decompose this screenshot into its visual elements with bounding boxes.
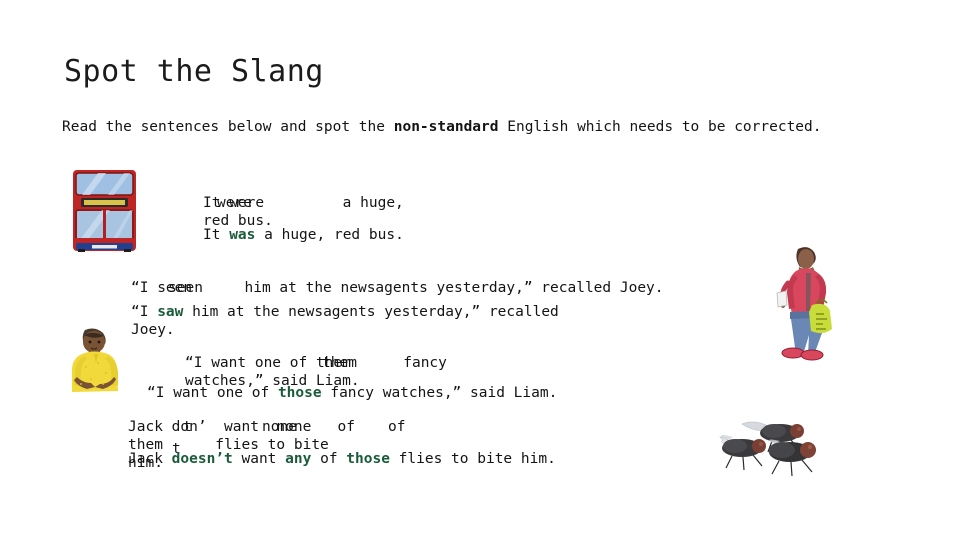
block-3-corrected-sentence: “I want one of those fancy watches,” sai… bbox=[147, 384, 707, 402]
block-1-correction-word: was bbox=[229, 227, 256, 243]
three-house-flies-icon bbox=[718, 421, 816, 477]
block-4-original-fragment-3: of bbox=[388, 419, 406, 435]
intro-text-after: English which needs to be corrected. bbox=[498, 119, 822, 135]
block-2-original-fragment: seen bbox=[168, 280, 203, 296]
intro-text-before: Read the sentences below and spot the bbox=[62, 119, 394, 135]
block-4-original-fragment-1: t bbox=[183, 419, 192, 435]
block-4-corrected-sentence: Jack doesn’t want any of those flies to … bbox=[128, 450, 708, 468]
block-4-corrected-before: Jack bbox=[128, 451, 172, 467]
block-2-corrected-sentence: “I saw him at the newsagents yesterday,”… bbox=[131, 303, 601, 339]
block-1-corrected-before: It bbox=[203, 227, 230, 243]
block-4-correction-word-1: doesn’t bbox=[171, 451, 233, 467]
block-4-correction-word-2: any bbox=[285, 451, 312, 467]
block-2-correction-word: saw bbox=[157, 304, 184, 320]
block-2-corrected-after: him at the newsagents yesterday,” recall… bbox=[131, 304, 568, 338]
slide-canvas: Spot the Slang Read the sentences below … bbox=[0, 0, 960, 540]
block-4-corrected-after: flies to bite him. bbox=[389, 451, 556, 467]
block-2-corrected-before: “I bbox=[131, 304, 158, 320]
page-title: Spot the Slang bbox=[64, 54, 324, 89]
boy-in-yellow-shirt-icon bbox=[72, 328, 118, 392]
block-1-corrected-sentence: It was a huge, red bus. bbox=[203, 226, 623, 244]
block-3-corrected-before: “I want one of bbox=[147, 385, 278, 401]
block-3-correction-word: those bbox=[277, 385, 322, 401]
intro-paragraph: Read the sentences below and spot the no… bbox=[62, 118, 902, 137]
block-1-corrected-after: a huge, red bus. bbox=[255, 227, 404, 243]
block-4-corrected-mid-2: of bbox=[311, 451, 347, 467]
block-4-correction-word-3: those bbox=[346, 451, 390, 467]
block-2-original-sentence: “I seen him at the newsagents yesterday,… bbox=[131, 280, 664, 296]
block-3-corrected-after: fancy watches,” said Liam. bbox=[321, 385, 558, 401]
block-4-original-fragment-2: none bbox=[262, 419, 297, 435]
intro-emphasis-non-standard: non-standard bbox=[393, 119, 499, 135]
block-1-original-fragment: were bbox=[217, 195, 252, 211]
block-3-original-fragment: them bbox=[322, 355, 357, 371]
block-4-corrected-mid-1: want bbox=[232, 451, 286, 467]
red-double-decker-bus-icon bbox=[73, 170, 136, 252]
woman-with-shopping-bag-icon bbox=[776, 247, 832, 361]
